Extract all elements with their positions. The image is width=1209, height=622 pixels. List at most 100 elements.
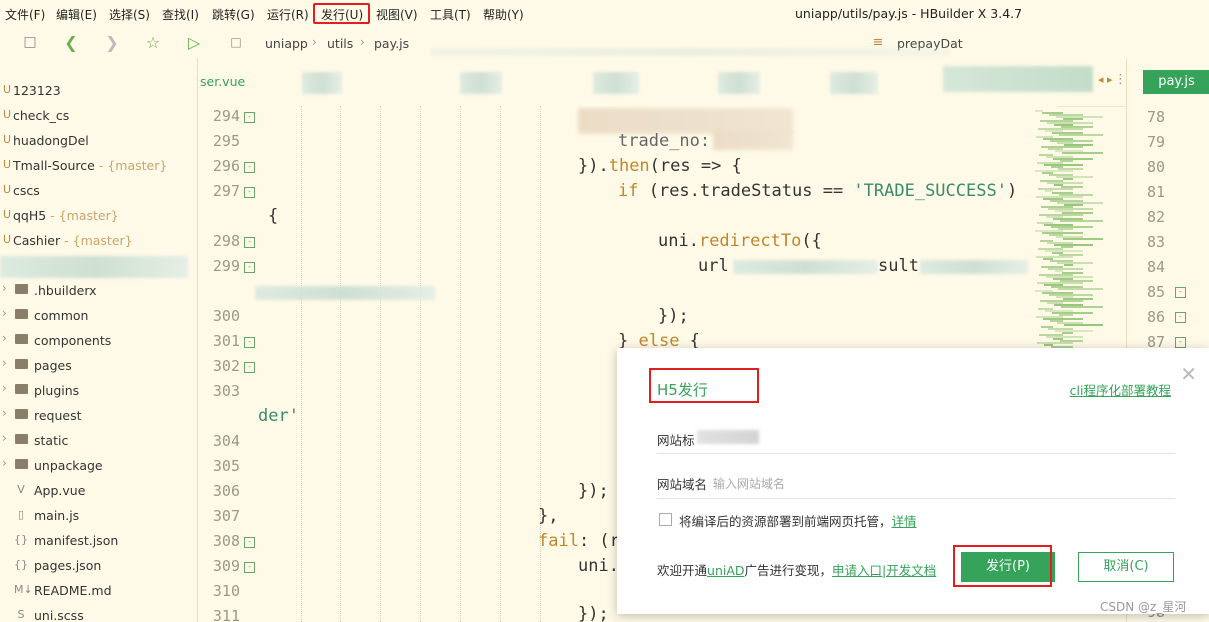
cancel-button[interactable]: 取消(C) xyxy=(1078,552,1174,582)
folder-item[interactable]: › common xyxy=(0,305,197,327)
folder-item[interactable]: › .hbuilderx xyxy=(0,280,197,302)
deploy-hosting-checkbox[interactable] xyxy=(659,513,672,526)
line-number: 298 xyxy=(212,232,240,250)
forward-icon[interactable]: ❯ xyxy=(103,33,121,52)
menu-goto[interactable]: 跳转(G) xyxy=(212,6,255,23)
folder-item[interactable]: › plugins xyxy=(0,380,197,402)
folder-item[interactable]: › unpackage xyxy=(0,455,197,477)
fold-toggle[interactable]: - xyxy=(1175,312,1186,323)
code-line-299-tail: sult xyxy=(878,256,919,276)
tab-pay-js[interactable]: pay.js xyxy=(1143,70,1209,94)
tab-scroll-icon[interactable]: ◂ ▸ xyxy=(1098,73,1113,86)
menu-tools[interactable]: 工具(T) xyxy=(430,6,471,23)
code-line-308: fail: (r xyxy=(538,531,620,551)
minimap-line xyxy=(1057,262,1093,264)
fold-toggle[interactable]: - xyxy=(244,162,255,173)
menu-help[interactable]: 帮助(Y) xyxy=(483,6,524,23)
project-item[interactable]: U Tmall-Source - {master} xyxy=(0,155,197,177)
project-item[interactable]: UhuadongDel xyxy=(0,130,197,152)
domain-input[interactable]: 输入网站域名 xyxy=(713,475,785,492)
line-number: 296 xyxy=(212,157,240,175)
file-item[interactable]: V App.vue xyxy=(0,480,197,502)
project-label: check_cs xyxy=(13,108,70,123)
chevron-right-icon[interactable]: › xyxy=(2,381,7,395)
json-file-icon: {} xyxy=(14,533,28,546)
project-label: qqH5- {master} xyxy=(13,208,119,223)
menu-edit[interactable]: 编辑(E) xyxy=(56,6,97,23)
details-link[interactable]: 详情 xyxy=(892,514,917,529)
chevron-right-icon[interactable]: › xyxy=(2,331,7,345)
save-icon[interactable]: □ xyxy=(21,33,39,51)
line-number: 301 xyxy=(212,332,240,350)
fold-toggle[interactable]: - xyxy=(244,112,255,123)
file-item[interactable]: {} manifest.json xyxy=(0,530,197,552)
folder-item[interactable]: › request xyxy=(0,405,197,427)
chevron-right-icon[interactable]: › xyxy=(2,306,7,320)
chevron-right-icon[interactable]: › xyxy=(2,456,7,470)
file-item[interactable]: M↓ README.md xyxy=(0,580,197,602)
domain-label: 网站域名 xyxy=(657,477,708,492)
project-item[interactable]: Ucheck_cs xyxy=(0,105,197,127)
run-icon[interactable]: ▷ xyxy=(185,33,203,52)
breadcrumb-file[interactable]: pay.js xyxy=(374,36,409,51)
back-icon[interactable]: ❮ xyxy=(62,33,80,52)
folder-icon: › xyxy=(2,456,28,472)
line-number: 82 xyxy=(1146,208,1165,226)
folder-item[interactable]: › pages xyxy=(0,355,197,377)
star-icon[interactable]: ☆ xyxy=(144,33,162,52)
menu-run[interactable]: 运行(R) xyxy=(267,6,309,23)
watermark: CSDN @z_星河 xyxy=(1100,600,1187,614)
tree-label: App.vue xyxy=(34,483,86,498)
code-line-299: url xyxy=(698,256,729,276)
cli-deploy-tutorial-link[interactable]: cli程序化部署教程 xyxy=(1070,380,1171,399)
code-line-297-cont: { xyxy=(268,206,279,226)
folder-item[interactable]: › components xyxy=(0,330,197,352)
fold-toggle[interactable]: - xyxy=(1175,337,1186,348)
menu-find[interactable]: 查找(I) xyxy=(162,6,199,23)
tab-left[interactable]: ser.vue xyxy=(200,74,245,89)
project-item[interactable]: UqqH5- {master} xyxy=(0,205,197,227)
fold-toggle[interactable]: - xyxy=(244,237,255,248)
project-sidebar: U 123123 Ucheck_cs UhuadongDel U Tmall-Source… xyxy=(0,58,198,622)
project-item[interactable]: U Cashier - {master} xyxy=(0,230,197,252)
breadcrumb-project[interactable]: uniapp xyxy=(265,36,308,51)
minimap-line xyxy=(1038,188,1073,190)
site-title-input[interactable] xyxy=(657,453,1175,454)
deploy-hosting-label: 将编译后的资源部署到前端网页托管，详情 xyxy=(679,514,917,529)
chevron-right-icon[interactable]: › xyxy=(2,406,7,420)
editor-tabs: ser.vue ◂ ▸ ⋮ xyxy=(198,58,1209,107)
line-number: 84 xyxy=(1146,258,1165,276)
chevron-right-icon[interactable]: › xyxy=(2,281,7,295)
project-icon: U xyxy=(2,108,12,121)
folder-icon: › xyxy=(2,431,28,447)
fold-toggle[interactable]: - xyxy=(244,337,255,348)
fold-toggle[interactable]: - xyxy=(1175,287,1186,298)
minimap-line xyxy=(1036,256,1073,258)
apply-docs-link[interactable]: 申请入口|开发文档 xyxy=(832,563,936,578)
code-line-307: }, xyxy=(538,506,559,526)
fold-toggle[interactable]: - xyxy=(244,562,255,573)
line-number: 302 xyxy=(212,357,240,375)
menu-file[interactable]: 文件(F) xyxy=(5,6,45,23)
close-icon[interactable]: ✕ xyxy=(1180,362,1197,386)
uniad-link[interactable]: uniAD xyxy=(707,563,745,578)
code-line-303-cont: der' xyxy=(258,406,299,426)
fold-toggle[interactable]: - xyxy=(244,187,255,198)
file-item[interactable]: ▯ main.js xyxy=(0,505,197,527)
project-icon: U xyxy=(2,183,12,196)
file-item[interactable]: Suni.scss xyxy=(0,605,197,622)
fold-toggle[interactable]: - xyxy=(244,262,255,273)
line-number: 303 xyxy=(212,382,240,400)
project-item[interactable]: U 123123 xyxy=(0,80,197,102)
fold-toggle[interactable]: - xyxy=(244,537,255,548)
menu-select[interactable]: 选择(S) xyxy=(109,6,150,23)
breadcrumb-folder[interactable]: utils xyxy=(327,36,353,51)
project-item[interactable]: Ucscs xyxy=(0,180,197,202)
chevron-right-icon[interactable]: › xyxy=(2,356,7,370)
fold-toggle[interactable]: - xyxy=(244,362,255,373)
file-item[interactable]: {} pages.json xyxy=(0,555,197,577)
folder-item[interactable]: › static xyxy=(0,430,197,452)
chevron-right-icon[interactable]: › xyxy=(2,431,7,445)
menu-view[interactable]: 视图(V) xyxy=(376,6,418,23)
scss-file-icon: S xyxy=(17,608,25,621)
